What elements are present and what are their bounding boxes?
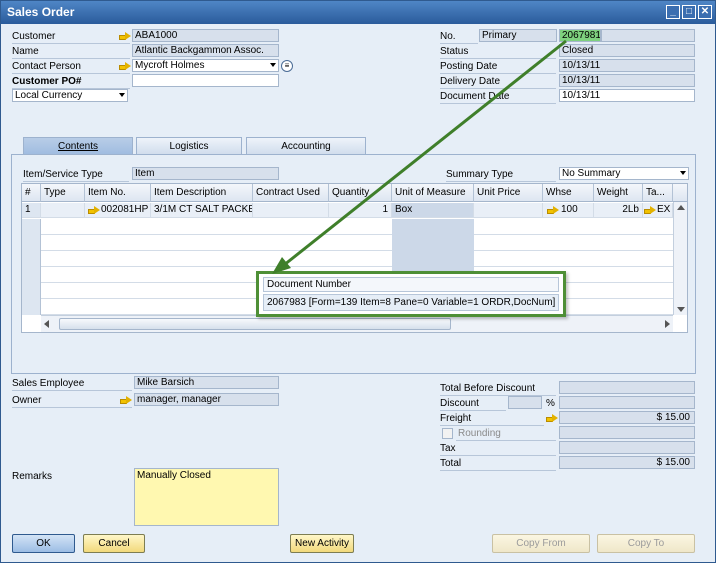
rounding-checkbox[interactable] bbox=[442, 428, 453, 439]
rounding-label: Rounding bbox=[458, 428, 501, 439]
separator bbox=[440, 455, 556, 456]
total-label: Total bbox=[440, 458, 462, 469]
discount-percent-field[interactable] bbox=[508, 396, 542, 409]
separator bbox=[456, 440, 556, 441]
separator bbox=[440, 410, 506, 411]
separator bbox=[440, 425, 544, 426]
discount-label: Discount bbox=[440, 398, 479, 409]
annotation-arrow bbox=[272, 39, 567, 274]
tax-label: Tax bbox=[440, 443, 456, 454]
freight-field[interactable]: $ 15.00 bbox=[559, 411, 695, 424]
sales-order-window: Sales Order _ □ ✕ Customer ABA1000 Name … bbox=[0, 0, 716, 563]
total-before-discount-label: Total Before Discount bbox=[440, 383, 536, 394]
rounding-field[interactable] bbox=[559, 426, 695, 439]
owner-label: Owner bbox=[12, 395, 42, 406]
link-arrow-icon[interactable] bbox=[120, 396, 132, 405]
discount-field[interactable] bbox=[559, 396, 695, 409]
separator bbox=[12, 407, 132, 408]
total-field[interactable]: $ 15.00 bbox=[559, 456, 695, 469]
tax-field[interactable] bbox=[559, 441, 695, 454]
copy-to-button[interactable]: Copy To bbox=[597, 534, 695, 553]
sales-employee-field[interactable]: Mike Barsich bbox=[134, 376, 279, 389]
remarks-label: Remarks bbox=[12, 471, 53, 482]
owner-field[interactable]: manager, manager bbox=[134, 393, 279, 406]
freight-label: Freight bbox=[440, 413, 472, 424]
copy-from-button[interactable]: Copy From bbox=[492, 534, 590, 553]
remarks-textarea[interactable]: Manually Closed bbox=[134, 468, 279, 526]
sales-employee-label: Sales Employee bbox=[12, 378, 85, 389]
separator bbox=[12, 390, 132, 391]
separator bbox=[440, 470, 556, 471]
ok-button[interactable]: OK bbox=[12, 534, 75, 553]
percent-label: % bbox=[546, 398, 555, 409]
total-before-discount-field[interactable] bbox=[559, 381, 695, 394]
link-arrow-icon[interactable] bbox=[546, 414, 558, 423]
cancel-button[interactable]: Cancel bbox=[83, 534, 145, 553]
new-activity-button[interactable]: New Activity bbox=[290, 534, 354, 553]
